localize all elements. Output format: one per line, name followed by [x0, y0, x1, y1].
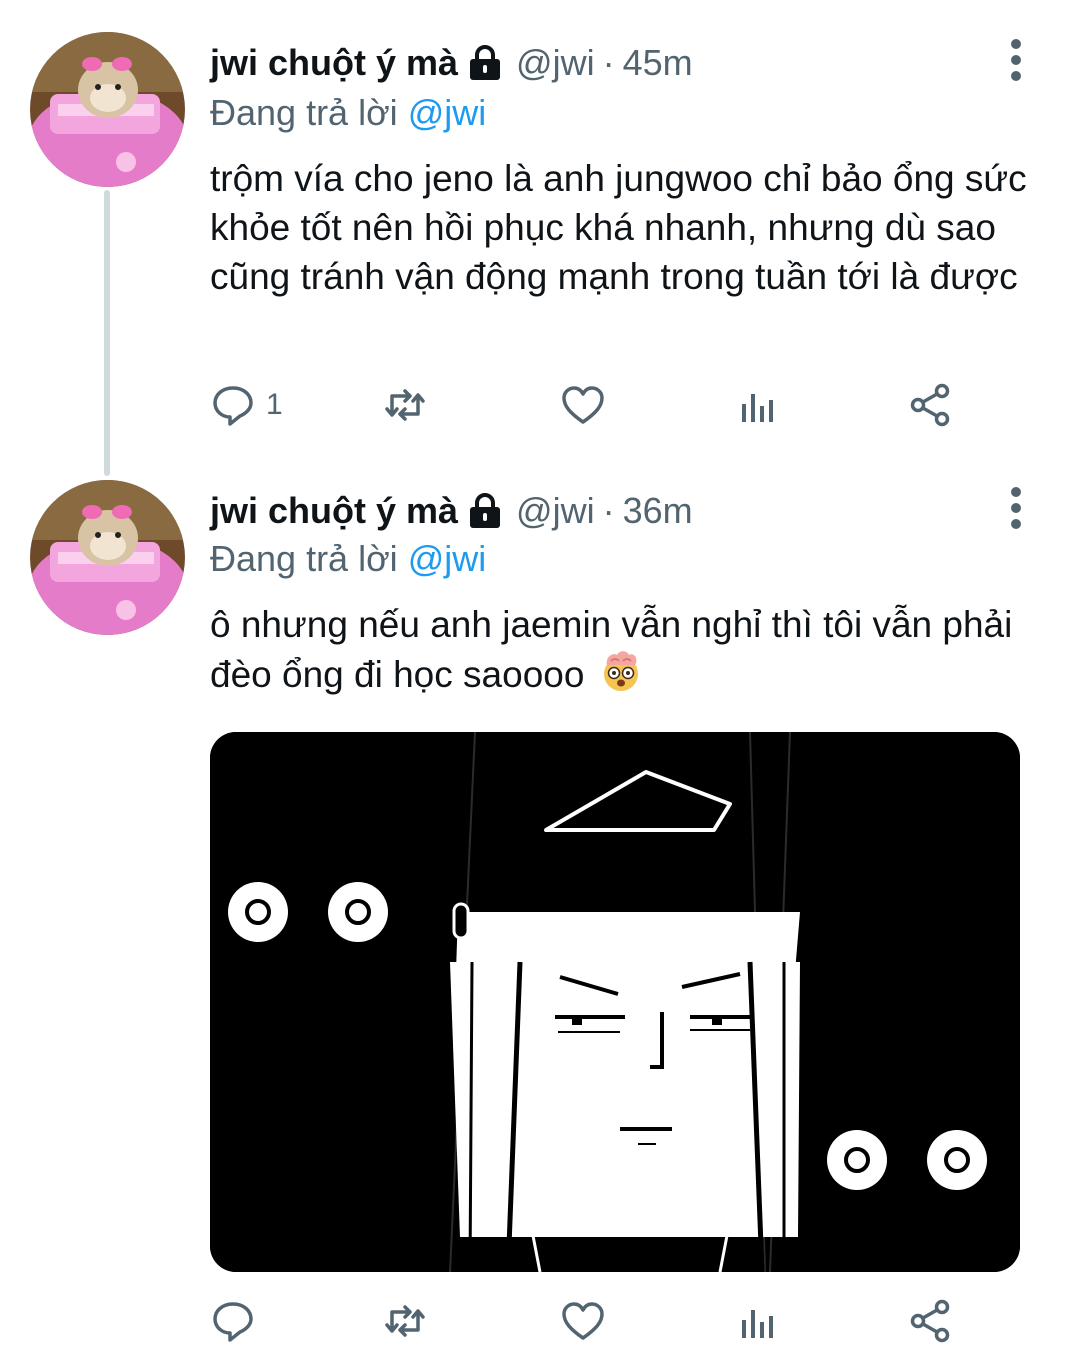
share-button[interactable] [908, 1296, 954, 1346]
avatar[interactable] [30, 480, 185, 635]
thread-line [104, 190, 110, 476]
replying-to-label: Đang trả lời [210, 538, 398, 579]
replying-to: Đang trả lời @jwi [210, 92, 486, 134]
action-bar [210, 1296, 990, 1346]
like-button[interactable] [560, 380, 606, 430]
reply-icon [213, 386, 253, 426]
more-vertical-icon[interactable] [1000, 36, 1032, 84]
analytics-icon [742, 394, 773, 422]
display-name[interactable]: jwi chuột ý mà [210, 42, 458, 84]
timestamp[interactable]: 45m [623, 42, 693, 84]
reply-button[interactable] [210, 1296, 266, 1346]
exploding-head-emoji-icon [599, 649, 643, 693]
reply-icon [213, 1302, 253, 1342]
replying-to-label: Đang trả lời [210, 92, 398, 133]
tweet-media-image[interactable] [210, 732, 1020, 1272]
heart-icon [562, 1302, 604, 1340]
tweet-text: trộm vía cho jeno là anh jungwoo chỉ bảo… [210, 158, 1027, 297]
user-handle[interactable]: @jwi [516, 490, 595, 532]
mention-link[interactable]: @jwi [408, 538, 487, 579]
timestamp[interactable]: 36m [623, 490, 693, 532]
tweet[interactable]: jwi chuột ý mà @jwi · 45m Đang trả lời @… [0, 0, 1080, 476]
share-button[interactable] [908, 380, 954, 430]
share-icon [910, 383, 950, 427]
retweet-button[interactable] [382, 380, 428, 430]
display-name[interactable]: jwi chuột ý mà [210, 490, 458, 532]
analytics-icon [742, 1310, 773, 1338]
analytics-button[interactable] [736, 380, 782, 430]
separator: · [602, 42, 615, 83]
lock-icon [468, 493, 502, 529]
tweet-text-container: ô nhưng nếu anh jaemin vẫn nghỉ thì tôi … [210, 600, 1040, 699]
like-button[interactable] [560, 1296, 606, 1346]
more-vertical-icon[interactable] [1000, 484, 1032, 532]
analytics-button[interactable] [736, 1296, 782, 1346]
retweet-icon [385, 389, 425, 421]
reply-button[interactable]: 1 [210, 380, 283, 430]
user-handle[interactable]: @jwi [516, 42, 595, 84]
action-bar: 1 [210, 380, 990, 430]
meme-illustration [210, 732, 1020, 1272]
mention-link[interactable]: @jwi [408, 92, 487, 133]
share-icon [910, 1299, 950, 1343]
tweet-header: jwi chuột ý mà @jwi · 36m [210, 486, 693, 536]
tweet[interactable]: jwi chuột ý mà @jwi · 36m Đang trả lời @… [0, 470, 1080, 1359]
heart-icon [562, 386, 604, 424]
reply-count: 1 [266, 388, 283, 421]
retweet-button[interactable] [382, 1296, 428, 1346]
separator: · [602, 490, 615, 531]
avatar[interactable] [30, 32, 185, 187]
lock-icon [468, 45, 502, 81]
replying-to: Đang trả lời @jwi [210, 538, 486, 580]
tweet-header: jwi chuột ý mà @jwi · 45m [210, 38, 693, 88]
retweet-icon [385, 1305, 425, 1337]
